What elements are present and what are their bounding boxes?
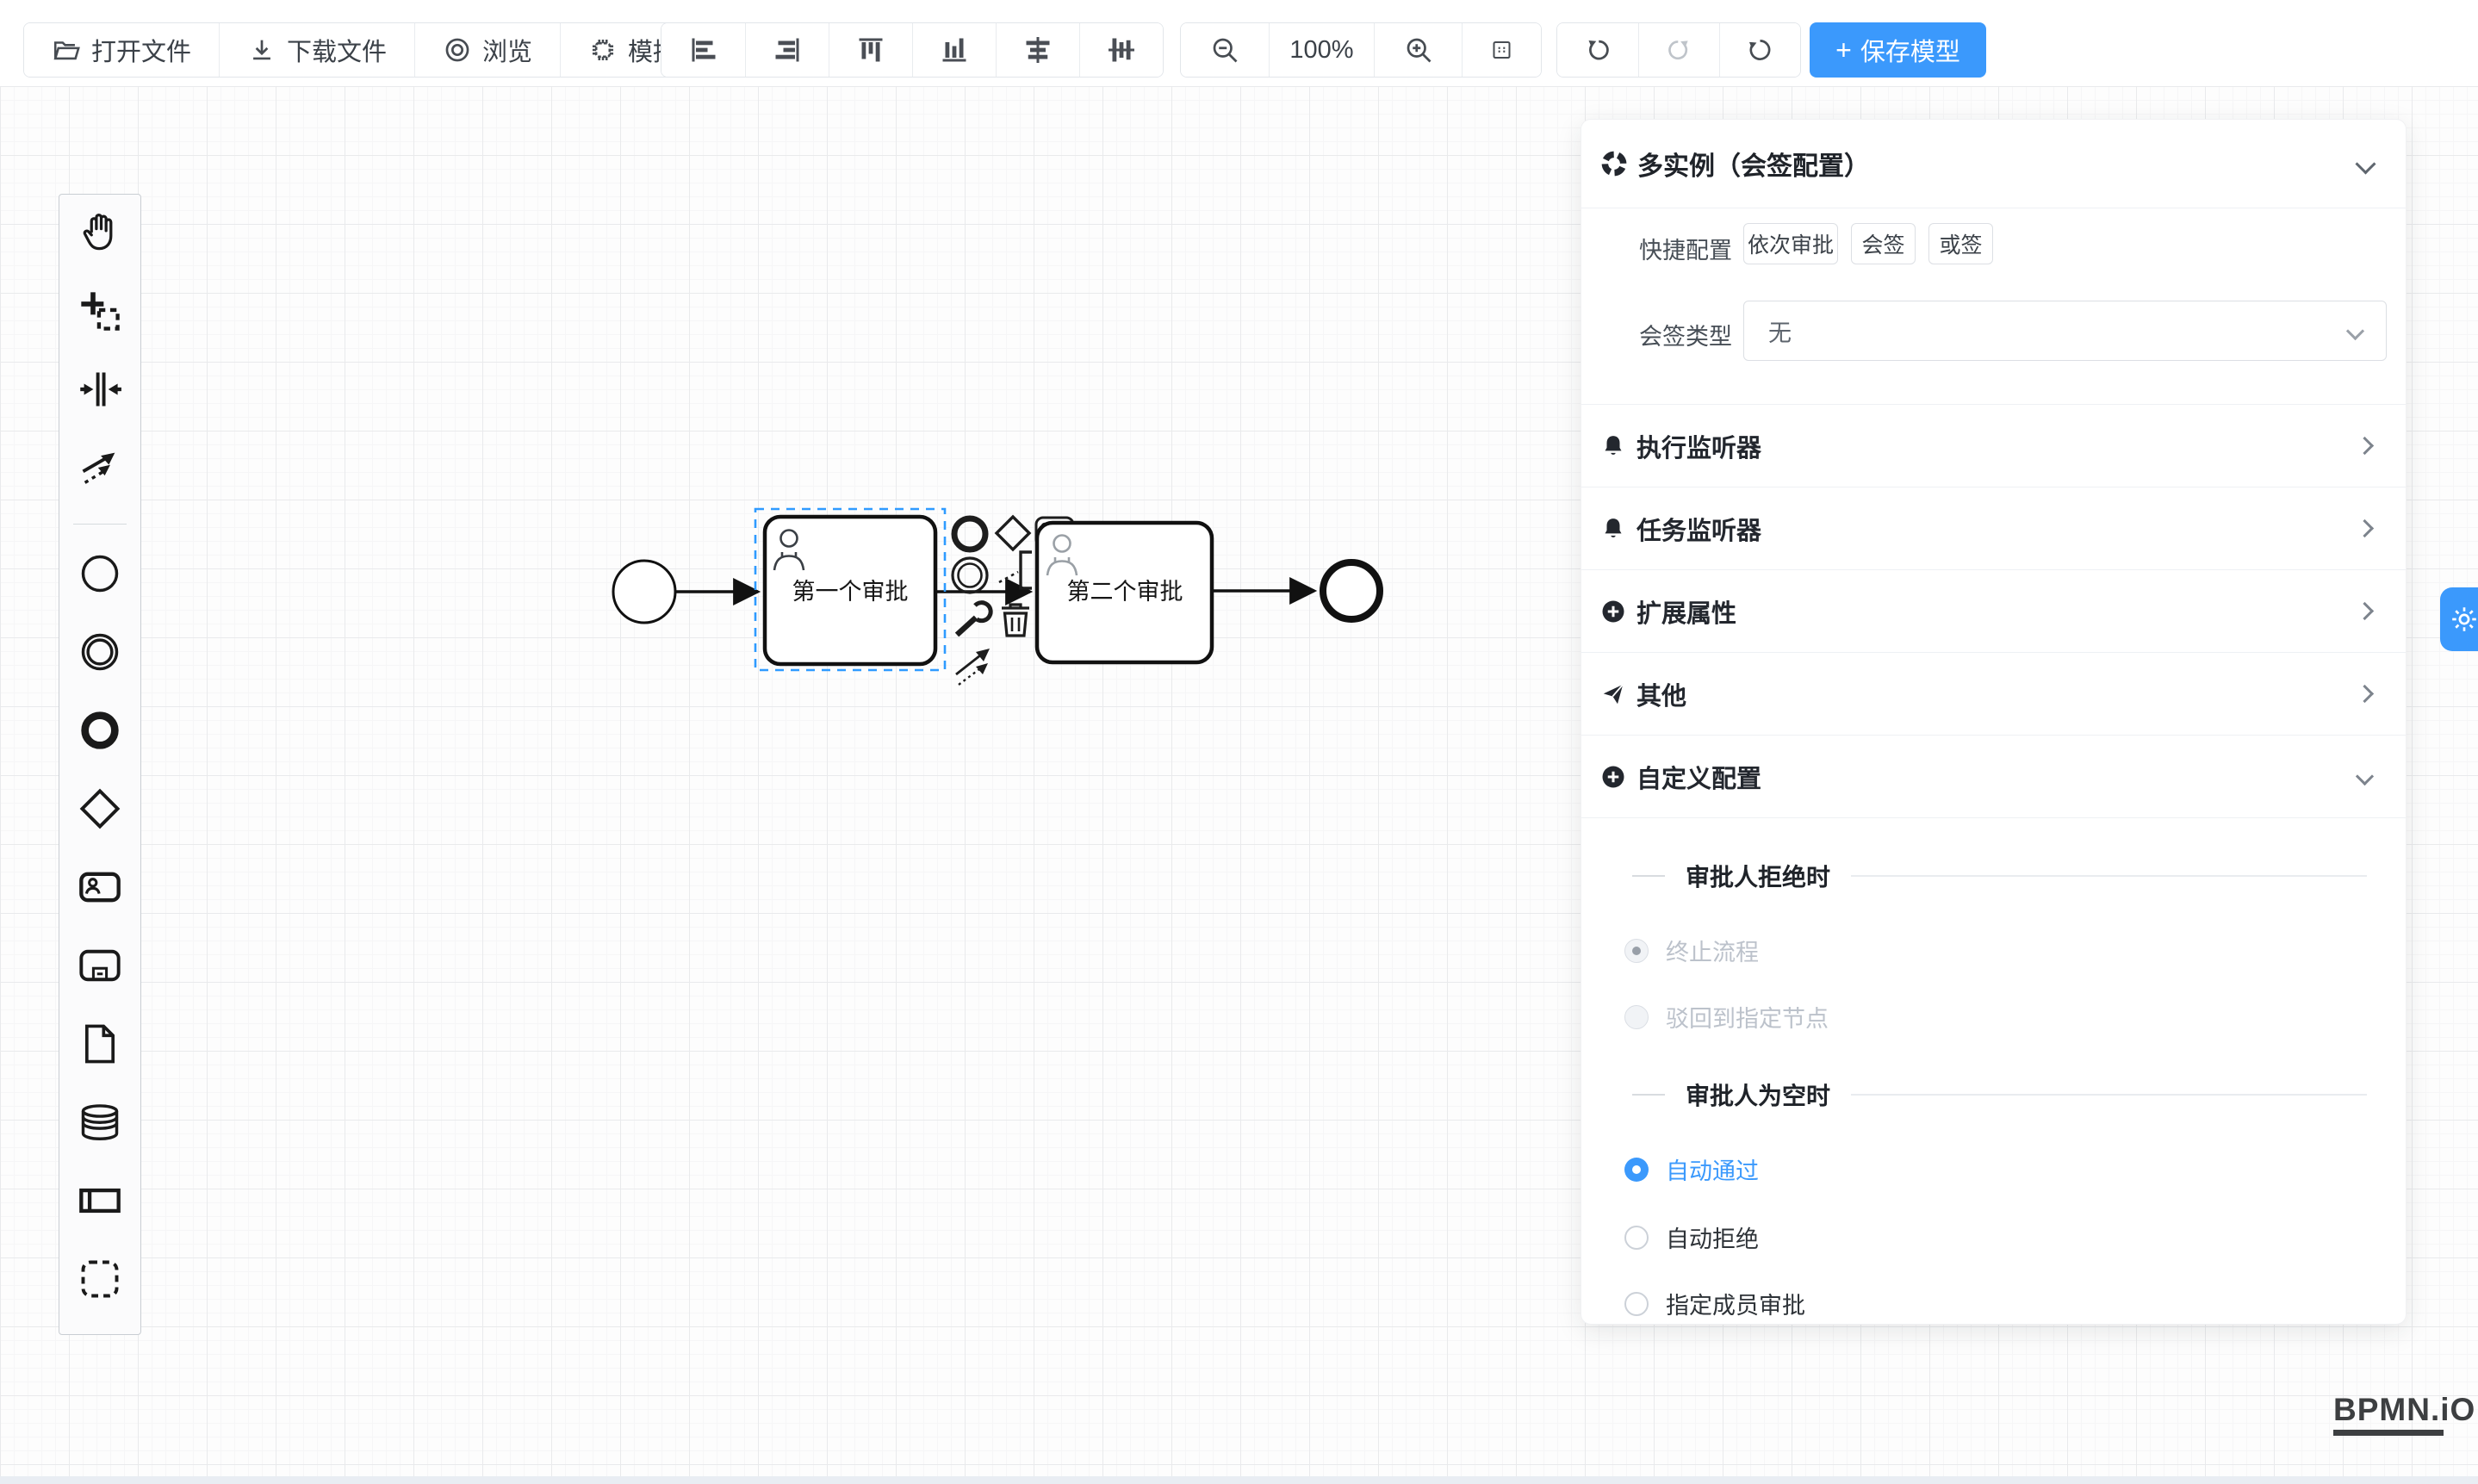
plus-circle-icon: [1600, 599, 1626, 624]
append-end-event-icon[interactable]: [954, 518, 985, 550]
section-label: 执行监听器: [1636, 428, 2358, 464]
divider: [1632, 1094, 1665, 1096]
settings-toggle-tab[interactable]: [2440, 587, 2478, 651]
section-other[interactable]: 其他: [1581, 652, 2406, 735]
divider: [1851, 875, 2367, 877]
radio-designated-member[interactable]: 指定成员审批: [1624, 1287, 1805, 1320]
chevron-down-icon: [2356, 767, 2374, 785]
user-task-node-2[interactable]: 第二个审批: [1037, 523, 1212, 662]
radio-label: 指定成员审批: [1666, 1287, 1805, 1320]
append-gateway-icon[interactable]: [997, 517, 1029, 550]
empty-group-title: 审批人为空时: [1686, 1077, 1830, 1112]
start-event-node[interactable]: [613, 561, 675, 623]
radio-unselected-icon: [1624, 1226, 1649, 1250]
end-event-node[interactable]: [1323, 562, 1380, 619]
quick-config-countersign-button[interactable]: 会签: [1851, 223, 1916, 264]
chevron-right-icon: [2356, 519, 2374, 537]
section-label: 任务监听器: [1636, 511, 2358, 547]
radio-return-to-node[interactable]: 驳回到指定节点: [1624, 1000, 1829, 1034]
user-task-node-1[interactable]: 第一个审批: [765, 517, 935, 664]
trash-icon[interactable]: [1002, 605, 1029, 636]
section-label: 扩展属性: [1636, 593, 2358, 630]
bpmn-io-logo[interactable]: BPMN.iO: [2333, 1392, 2475, 1436]
chevron-down-icon[interactable]: [2355, 153, 2376, 174]
append-text-annotation-icon[interactable]: [999, 552, 1032, 588]
plus-circle-icon: [1600, 764, 1626, 790]
task1-label: 第一个审批: [792, 579, 909, 605]
connect-tool-icon[interactable]: [956, 649, 990, 685]
empty-group-header: 审批人为空时: [1632, 1082, 2367, 1108]
chevron-right-icon: [2356, 602, 2374, 620]
quick-config-orsign-button[interactable]: 或签: [1928, 223, 1993, 264]
chevron-right-icon: [2356, 685, 2374, 703]
divider: [1632, 875, 1665, 877]
quick-config-sequential-button[interactable]: 依次审批: [1743, 223, 1838, 264]
radio-label: 终止流程: [1666, 934, 1759, 967]
radio-unselected-disabled-icon: [1624, 1005, 1649, 1029]
bpmn-io-logo-underline: [2333, 1430, 2444, 1436]
append-intermediate-event-inner: [959, 564, 982, 587]
countersign-type-label: 会签类型: [1581, 318, 1732, 351]
section-task-listener[interactable]: 任务监听器: [1581, 487, 2406, 569]
radio-unselected-icon: [1624, 1292, 1649, 1316]
section-execution-listener[interactable]: 执行监听器: [1581, 404, 2406, 487]
section-label: 自定义配置: [1636, 759, 2358, 795]
panel-title: 多实例（会签配置）: [1637, 145, 2358, 183]
reject-group-header: 审批人拒绝时: [1632, 863, 2367, 889]
radio-auto-pass[interactable]: 自动通过: [1624, 1152, 1759, 1186]
wrench-icon[interactable]: [957, 603, 991, 635]
properties-panel: 多实例（会签配置） 快捷配置 依次审批 会签 或签 会签类型 无 执行监听器 任…: [1581, 119, 2407, 1325]
bell-icon: [1600, 516, 1626, 542]
section-extended-properties[interactable]: 扩展属性: [1581, 569, 2406, 652]
radio-auto-reject[interactable]: 自动拒绝: [1624, 1220, 1759, 1254]
section-label: 其他: [1636, 676, 2358, 712]
reject-group-title: 审批人拒绝时: [1686, 859, 1830, 893]
radio-selected-icon: [1624, 1158, 1649, 1182]
multi-instance-icon: [1601, 151, 1627, 177]
chevron-right-icon: [2356, 437, 2374, 455]
radio-label: 自动通过: [1666, 1152, 1759, 1186]
bpmn-modeler-app: { "toolbar": { "open_file": "打开文件", "dow…: [0, 0, 2478, 1484]
bell-icon: [1600, 433, 1626, 459]
paper-plane-icon: [1600, 681, 1626, 707]
chevron-down-icon: [2346, 321, 2364, 339]
bpmn-io-logo-text: BPMN.iO: [2333, 1392, 2475, 1428]
gear-icon: [2449, 604, 2478, 635]
countersign-type-value: 无: [1768, 314, 2349, 348]
divider: [1851, 1094, 2367, 1096]
task2-label: 第二个审批: [1067, 579, 1183, 605]
radio-label: 驳回到指定节点: [1666, 1000, 1829, 1034]
quick-config-label: 快捷配置: [1581, 232, 1732, 265]
panel-header[interactable]: 多实例（会签配置）: [1581, 120, 2406, 208]
radio-terminate-process[interactable]: 终止流程: [1624, 934, 1759, 967]
divider: [1581, 817, 2406, 818]
radio-selected-disabled-icon: [1624, 939, 1649, 963]
countersign-type-select[interactable]: 无: [1743, 301, 2387, 361]
radio-label: 自动拒绝: [1666, 1220, 1759, 1254]
section-custom-config[interactable]: 自定义配置: [1581, 735, 2406, 817]
